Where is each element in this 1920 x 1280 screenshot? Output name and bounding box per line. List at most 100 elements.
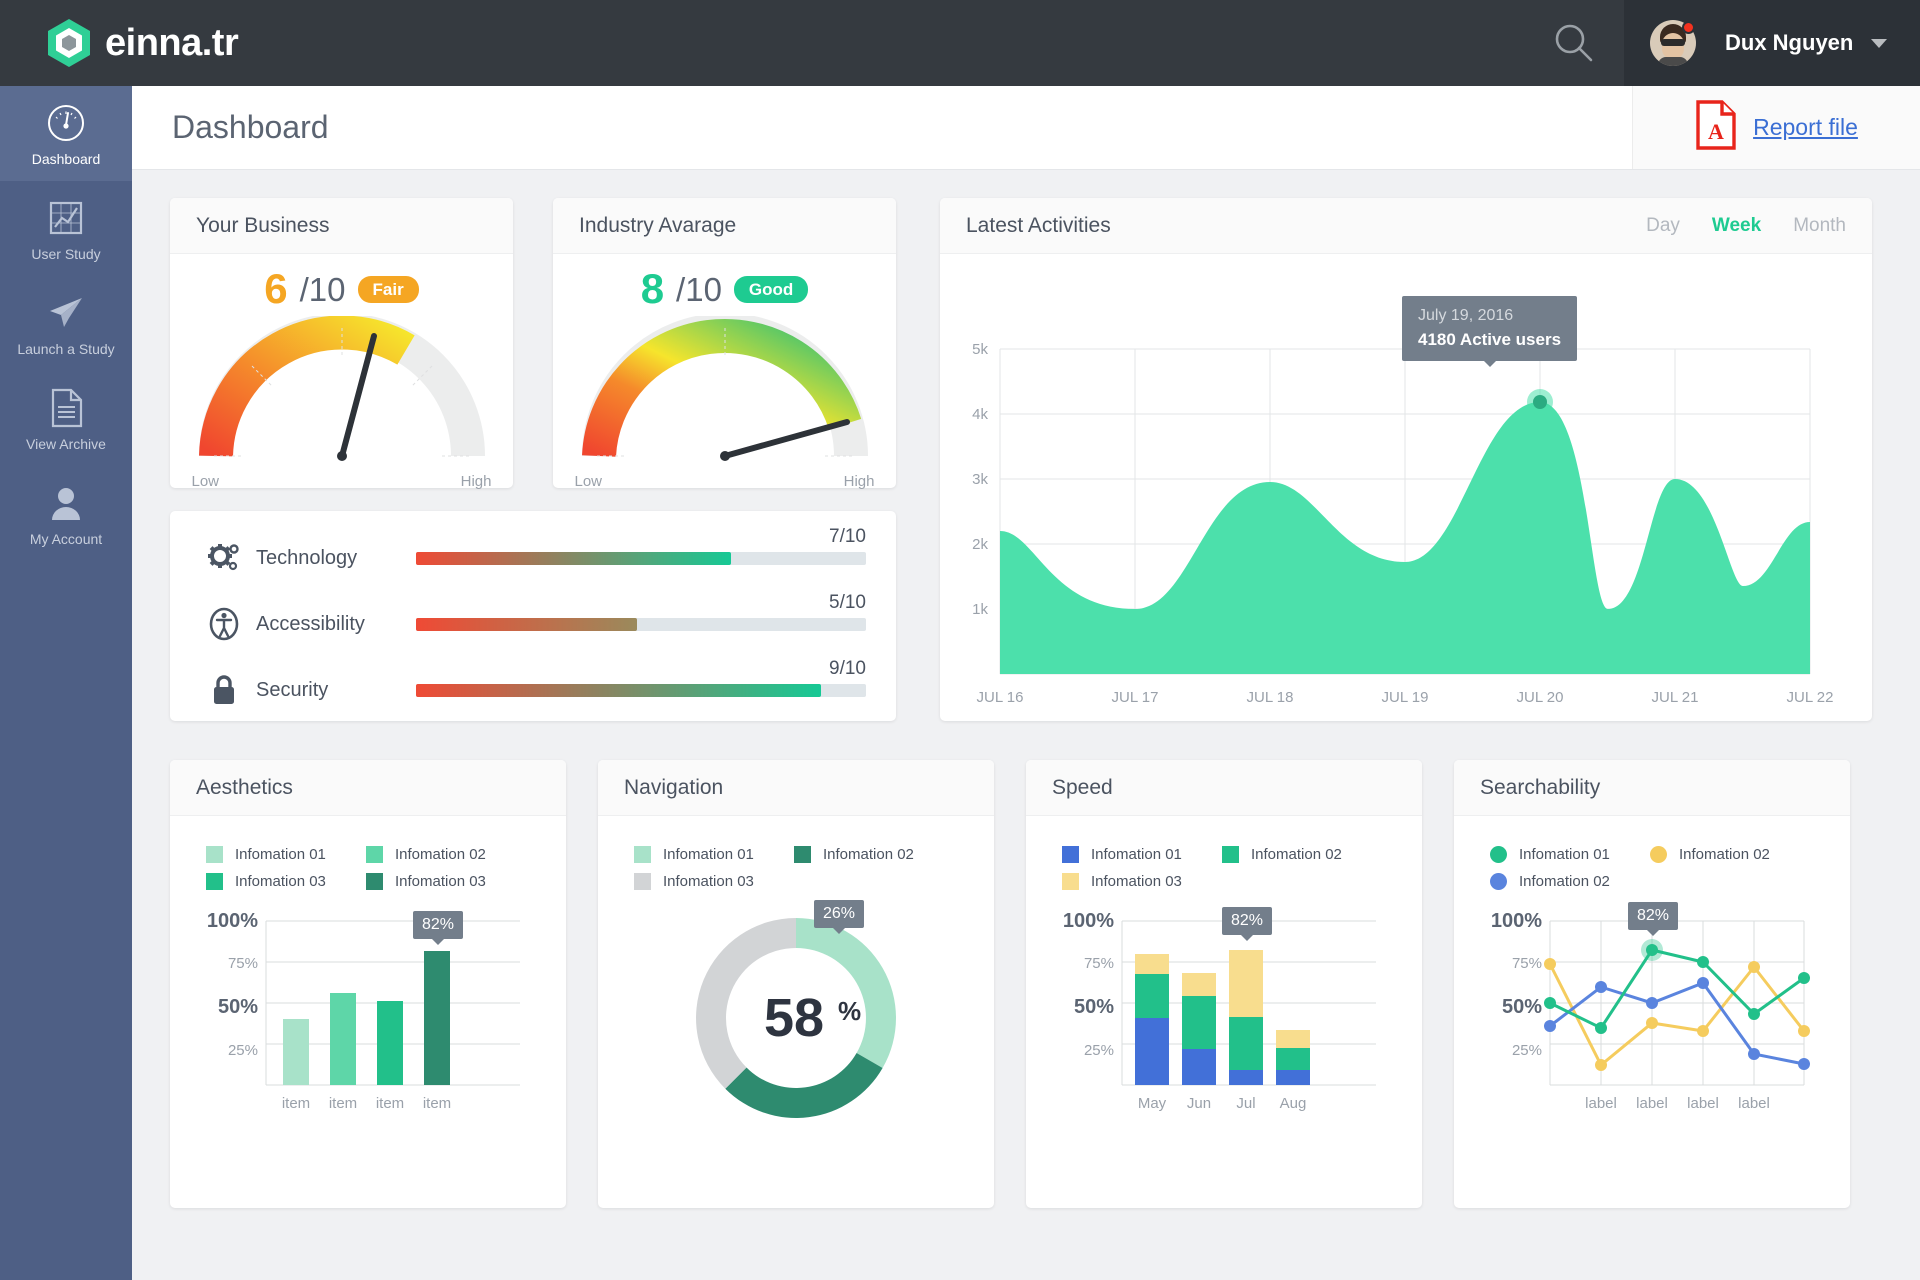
legend-swatch [1650, 846, 1667, 863]
metric-bar-fill [416, 552, 731, 565]
bar-segment [1182, 996, 1216, 1049]
bar-segment [1229, 1017, 1263, 1070]
report-file-link[interactable]: A Report file [1632, 86, 1920, 169]
svg-text:75%: 75% [1084, 955, 1114, 972]
user-menu[interactable]: Dux Nguyen [1624, 0, 1920, 86]
card-searchability: Searchability Infomation 01 Infomation 0… [1454, 760, 1850, 1208]
legend-swatch [1490, 846, 1507, 863]
sidebar-item-launch-a-study[interactable]: Launch a Study [0, 276, 132, 371]
bar-segment [1229, 1070, 1263, 1085]
aesthetics-legend: Infomation 01 Infomation 02 Infomation 0… [170, 816, 500, 890]
card-title: Latest Activities [966, 214, 1111, 238]
status-badge: Good [734, 276, 808, 303]
svg-text:JUL 17: JUL 17 [1112, 689, 1159, 706]
navigation-tooltip: 26% [814, 900, 864, 928]
searchability-tooltip: 82% [1628, 902, 1678, 930]
legend-item: Infomation 03 [1062, 873, 1196, 890]
sidebar-item-label: Launch a Study [17, 341, 114, 357]
brand-logo[interactable]: einna.tr [0, 18, 238, 68]
bar-segment [1276, 1030, 1310, 1048]
svg-text:58: 58 [764, 988, 824, 1048]
svg-text:label: label [1687, 1095, 1719, 1112]
search-icon[interactable] [1524, 0, 1624, 86]
svg-text:1k: 1k [972, 601, 988, 618]
gauge-high-label: High [461, 473, 492, 490]
svg-text:25%: 25% [1084, 1042, 1114, 1059]
svg-text:JUL 16: JUL 16 [977, 689, 1024, 706]
sidebar-item-label: My Account [30, 531, 102, 547]
bar-segment [1135, 954, 1169, 974]
card-navigation: Navigation Infomation 01 Infomation 02 I… [598, 760, 994, 1208]
sidebar-item-view-archive[interactable]: View Archive [0, 371, 132, 466]
navigation-donut-chart: 58 % 26% [598, 900, 994, 1140]
legend-item: Infomation 01 [1062, 846, 1196, 863]
document-icon [49, 386, 83, 430]
bar-segment [1135, 974, 1169, 1018]
card-title: Aesthetics [196, 776, 293, 800]
legend-label: Infomation 03 [395, 873, 486, 890]
svg-text:JUL 20: JUL 20 [1517, 689, 1564, 706]
pie-slice [725, 1053, 882, 1118]
card-metrics: Technology 7/10 Accessibility 5/10 [170, 511, 896, 721]
legend-item: Infomation 02 [1222, 846, 1356, 863]
bar-segment [1276, 1070, 1310, 1085]
card-header: Navigation [598, 760, 994, 816]
chevron-down-icon[interactable] [1871, 39, 1887, 48]
dashboard-content: Your Business 6 /10 Fair [132, 170, 1920, 1280]
card-header: Speed [1026, 760, 1422, 816]
legend-item: Infomation 02 [1490, 873, 1624, 890]
legend-item: Infomation 02 [794, 846, 928, 863]
sidebar-item-user-study[interactable]: User Study [0, 181, 132, 276]
legend-swatch [366, 846, 383, 863]
card-title: Speed [1052, 776, 1113, 800]
score-row: 6 /10 Fair [170, 268, 513, 310]
legend-label: Infomation 01 [235, 846, 326, 863]
bar [424, 951, 450, 1085]
report-file-label: Report file [1753, 114, 1858, 141]
metric-value: 5/10 [829, 592, 866, 614]
searchability-line-chart: 100% 75% 50% 25% [1454, 900, 1850, 1120]
gauge-your-business [192, 316, 492, 471]
legend-item: Infomation 02 [366, 846, 500, 863]
tab-week[interactable]: Week [1712, 215, 1761, 237]
svg-text:3k: 3k [972, 471, 988, 488]
metric-value: 9/10 [829, 658, 866, 680]
score-value: 8 [641, 268, 664, 310]
bar-segment [1135, 1018, 1169, 1085]
legend-item: Infomation 01 [634, 846, 768, 863]
legend-swatch [366, 873, 383, 890]
svg-text:JUL 21: JUL 21 [1652, 689, 1699, 706]
paper-plane-icon [46, 291, 86, 335]
metric-label: Technology [256, 547, 416, 570]
svg-text:May: May [1138, 1095, 1167, 1112]
legend-label: Infomation 02 [1679, 846, 1770, 863]
svg-text:25%: 25% [228, 1042, 258, 1059]
lock-icon [202, 673, 246, 707]
sidebar-item-my-account[interactable]: My Account [0, 466, 132, 561]
card-aesthetics: Aesthetics Infomation 01 Infomation 02 I… [170, 760, 566, 1208]
legend-item: Infomation 02 [1650, 846, 1784, 863]
svg-text:50%: 50% [218, 996, 258, 1018]
card-title: Navigation [624, 776, 723, 800]
sidebar-item-dashboard[interactable]: Dashboard [0, 86, 132, 181]
bar [283, 1019, 309, 1085]
svg-text:item: item [376, 1095, 404, 1112]
tooltip-date: July 19, 2016 [1418, 307, 1561, 325]
legend-label: Infomation 02 [395, 846, 486, 863]
gauge-industry-average [575, 316, 875, 471]
tab-day[interactable]: Day [1646, 215, 1680, 237]
metric-label: Accessibility [256, 613, 416, 636]
score-denominator: /10 [676, 273, 722, 306]
legend-swatch [634, 846, 651, 863]
svg-text:100%: 100% [1063, 910, 1114, 932]
tab-month[interactable]: Month [1793, 215, 1846, 237]
legend-label: Infomation 01 [1519, 846, 1610, 863]
line-chart-icon [47, 196, 85, 240]
aesthetics-tooltip: 82% [413, 911, 463, 939]
svg-text:Aug: Aug [1280, 1095, 1307, 1112]
legend-swatch [206, 873, 223, 890]
legend-item: Infomation 03 [366, 873, 500, 890]
legend-label: Infomation 02 [1251, 846, 1342, 863]
svg-text:Jul: Jul [1236, 1095, 1255, 1112]
aesthetics-bar-chart: 100% 75% 50% 25% item item item [170, 900, 566, 1120]
